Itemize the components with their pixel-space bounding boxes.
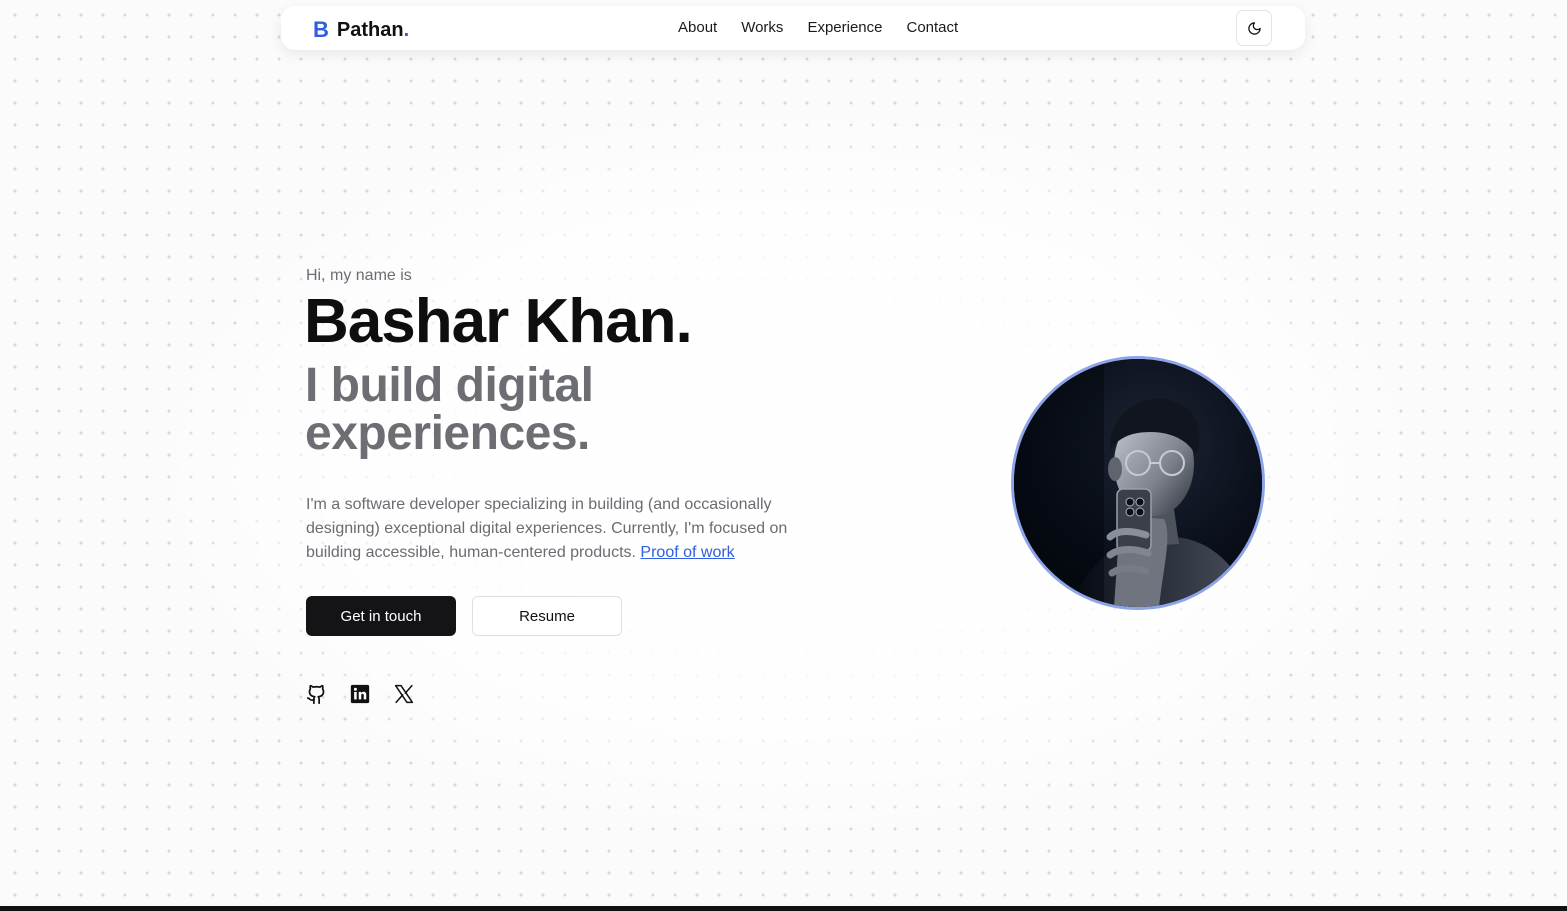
hero-tagline: I build digital experiences. bbox=[305, 362, 865, 458]
get-in-touch-button[interactable]: Get in touch bbox=[306, 596, 456, 636]
nav-link-contact[interactable]: Contact bbox=[906, 19, 958, 36]
nav-link-experience[interactable]: Experience bbox=[807, 19, 882, 36]
social-links bbox=[305, 683, 415, 705]
hero-bio: I'm a software developer specializing in… bbox=[306, 493, 836, 565]
theme-toggle-button[interactable] bbox=[1236, 10, 1272, 46]
x-icon[interactable] bbox=[393, 683, 415, 705]
moon-icon bbox=[1247, 21, 1261, 35]
logo[interactable]: B Pathan. bbox=[313, 17, 409, 43]
logo-mark: B bbox=[313, 17, 329, 42]
resume-button[interactable]: Resume bbox=[472, 596, 622, 636]
nav-link-works[interactable]: Works bbox=[741, 19, 783, 36]
nav-link-about[interactable]: About bbox=[678, 19, 717, 36]
logo-dot: . bbox=[403, 18, 410, 41]
greeting: Hi, my name is bbox=[306, 267, 412, 284]
tagline-line-2: experiences. bbox=[305, 407, 590, 460]
logo-text: Pathan bbox=[336, 18, 404, 41]
profile-avatar bbox=[1011, 356, 1265, 610]
proof-of-work-link[interactable]: Proof of work bbox=[640, 544, 734, 561]
github-icon[interactable] bbox=[305, 683, 327, 705]
bottom-bar bbox=[0, 906, 1567, 911]
nav-links: About Works Experience Contact bbox=[678, 19, 958, 36]
linkedin-icon[interactable] bbox=[349, 683, 371, 705]
page: B Pathan. About Works Experience Contact… bbox=[0, 0, 1567, 911]
navbar: B Pathan. About Works Experience Contact bbox=[281, 6, 1305, 50]
tagline-line-1: I build digital bbox=[305, 359, 594, 412]
hero-name: Bashar Khan. bbox=[304, 287, 693, 356]
